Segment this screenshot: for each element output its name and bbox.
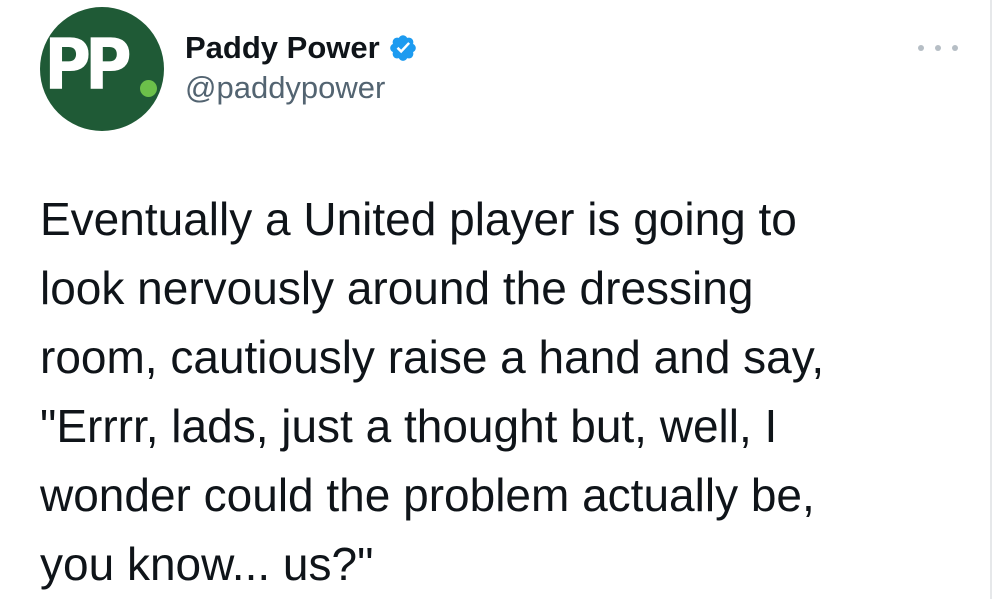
name-row: Paddy Power (185, 30, 418, 66)
tweet-card: PP Paddy Power @paddypower Eventually a … (0, 0, 1000, 599)
avatar[interactable]: PP (40, 7, 164, 131)
more-dot (952, 45, 958, 51)
verified-badge-icon (388, 33, 418, 63)
more-dot (918, 45, 924, 51)
card-border (990, 0, 992, 599)
more-dot (935, 45, 941, 51)
avatar-logo-text: PP (44, 24, 132, 106)
more-options-icon[interactable] (918, 38, 958, 58)
display-name[interactable]: Paddy Power (185, 30, 380, 66)
user-handle[interactable]: @paddypower (185, 70, 418, 106)
tweet-text: Eventually a United player is going to l… (40, 193, 825, 590)
avatar-logo-dot (140, 80, 157, 97)
user-info: Paddy Power @paddypower (185, 30, 418, 106)
